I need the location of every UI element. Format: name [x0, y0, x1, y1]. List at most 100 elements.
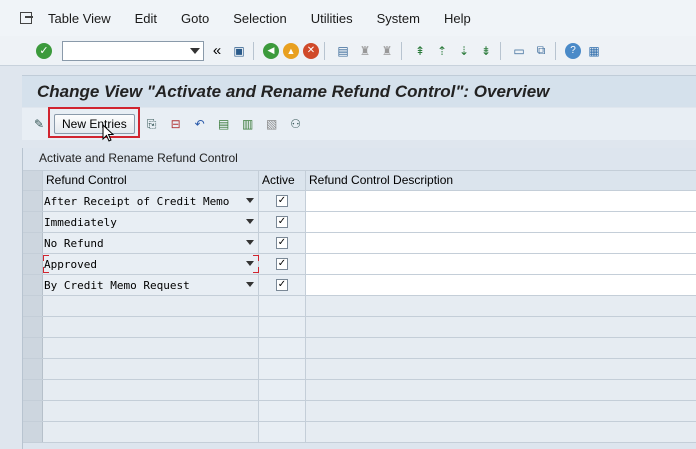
exit-icon[interactable]: ▲ — [283, 42, 299, 59]
description-input[interactable] — [306, 254, 696, 274]
row-selector[interactable] — [23, 191, 43, 211]
delete-icon[interactable]: ⊟ — [167, 115, 185, 133]
menu-goto[interactable]: Goto — [181, 11, 209, 26]
row-selector[interactable] — [23, 233, 43, 253]
description-input[interactable] — [306, 212, 696, 232]
refund-control-field[interactable]: No Refund — [43, 233, 259, 253]
table-row: Immediately ✓ — [23, 212, 696, 233]
print-icon[interactable]: ▤ — [334, 42, 352, 60]
new-session-icon[interactable]: ▭ — [510, 42, 528, 60]
empty-cell — [259, 422, 306, 442]
enter-icon[interactable]: ✓ — [36, 42, 52, 59]
menu-utilities[interactable]: Utilities — [311, 11, 353, 26]
empty-cell — [43, 338, 259, 358]
column-header-description[interactable]: Refund Control Description — [306, 171, 696, 190]
divider — [253, 41, 254, 60]
help-icon[interactable]: ? — [565, 42, 581, 59]
refund-control-field[interactable]: Immediately — [43, 212, 259, 232]
dropdown-icon[interactable] — [246, 261, 254, 266]
application-toolbar: ✎ New Entries ⎘ ⊟ ↶ ▤ ▥ ▧ ⚇ — [22, 108, 696, 140]
empty-row — [23, 422, 696, 443]
next-page-icon[interactable]: ⇣ — [455, 42, 473, 60]
empty-cell — [306, 338, 696, 358]
focus-corner — [43, 255, 49, 261]
find-icon[interactable]: ♜ — [356, 42, 374, 60]
last-page-icon[interactable]: ⇟ — [477, 42, 495, 60]
table-row: No Refund ✓ — [23, 233, 696, 254]
display-change-icon[interactable]: ✎ — [30, 115, 48, 133]
empty-cell — [259, 401, 306, 421]
column-header-refund-control[interactable]: Refund Control — [43, 171, 259, 190]
column-header-active[interactable]: Active — [259, 171, 306, 190]
variant-icon[interactable]: ⚇ — [287, 115, 305, 133]
dropdown-icon[interactable] — [246, 198, 254, 203]
row-selector[interactable] — [23, 212, 43, 232]
menu-table-view[interactable]: Table View — [48, 11, 111, 26]
empty-row — [23, 359, 696, 380]
chevron-down-icon[interactable] — [190, 47, 200, 54]
row-selector[interactable] — [23, 254, 43, 274]
double-chevron-left-icon[interactable]: « — [208, 42, 226, 60]
row-selector[interactable] — [23, 317, 43, 337]
empty-cell — [43, 359, 259, 379]
dropdown-icon[interactable] — [246, 219, 254, 224]
table-control: Refund Control Active Refund Control Des… — [23, 170, 696, 443]
customize-layout-icon[interactable]: ▦ — [585, 42, 603, 60]
new-entries-button[interactable]: New Entries — [54, 114, 135, 134]
row-selector[interactable] — [23, 275, 43, 295]
empty-cell — [43, 317, 259, 337]
active-checkbox[interactable]: ✓ — [276, 195, 288, 207]
description-input[interactable] — [306, 275, 696, 295]
deselect-all-icon[interactable]: ▧ — [263, 115, 281, 133]
page-title: Change View "Activate and Rename Refund … — [37, 81, 550, 101]
select-all-icon[interactable]: ▤ — [215, 115, 233, 133]
active-checkbox[interactable]: ✓ — [276, 279, 288, 291]
row-selector[interactable] — [23, 359, 43, 379]
menu-help[interactable]: Help — [444, 11, 471, 26]
select-block-icon[interactable]: ▥ — [239, 115, 257, 133]
back-icon[interactable]: ◀ — [263, 42, 279, 59]
active-checkbox[interactable]: ✓ — [276, 258, 288, 270]
table-panel: Activate and Rename Refund Control Refun… — [22, 148, 696, 449]
undo-change-icon[interactable]: ↶ — [191, 115, 209, 133]
exit-menu-icon[interactable] — [18, 11, 36, 25]
empty-row — [23, 338, 696, 359]
description-input[interactable] — [306, 191, 696, 211]
empty-cell — [306, 380, 696, 400]
active-checkbox[interactable]: ✓ — [276, 237, 288, 249]
save-icon[interactable]: ▣ — [230, 42, 248, 60]
empty-cell — [43, 380, 259, 400]
description-input[interactable] — [306, 233, 696, 253]
previous-page-icon[interactable]: ⇡ — [433, 42, 451, 60]
select-all-cell[interactable] — [23, 171, 43, 190]
empty-cell — [43, 401, 259, 421]
row-selector[interactable] — [23, 401, 43, 421]
empty-cell — [306, 317, 696, 337]
menu-edit[interactable]: Edit — [135, 11, 157, 26]
find-next-icon[interactable]: ♜ — [378, 42, 396, 60]
table-row: By Credit Memo Request ✓ — [23, 275, 696, 296]
row-selector[interactable] — [23, 296, 43, 316]
divider — [324, 41, 325, 60]
command-field[interactable] — [62, 40, 204, 61]
shortcut-icon[interactable]: ⧉ — [532, 42, 550, 60]
empty-cell — [259, 380, 306, 400]
empty-cell — [306, 422, 696, 442]
row-selector[interactable] — [23, 338, 43, 358]
menu-selection[interactable]: Selection — [233, 11, 286, 26]
dropdown-icon[interactable] — [246, 240, 254, 245]
row-selector[interactable] — [23, 422, 43, 442]
menu-system[interactable]: System — [377, 11, 420, 26]
row-selector[interactable] — [23, 380, 43, 400]
active-checkbox[interactable]: ✓ — [276, 216, 288, 228]
divider — [500, 41, 501, 60]
copy-as-icon[interactable]: ⎘ — [143, 115, 161, 133]
empty-cell — [259, 359, 306, 379]
refund-control-field[interactable]: Approved — [43, 254, 259, 274]
empty-cell — [306, 359, 696, 379]
cancel-icon[interactable]: ✕ — [303, 42, 319, 59]
refund-control-field[interactable]: After Receipt of Credit Memo — [43, 191, 259, 211]
refund-control-field[interactable]: By Credit Memo Request — [43, 275, 259, 295]
first-page-icon[interactable]: ⇞ — [411, 42, 429, 60]
dropdown-icon[interactable] — [246, 282, 254, 287]
